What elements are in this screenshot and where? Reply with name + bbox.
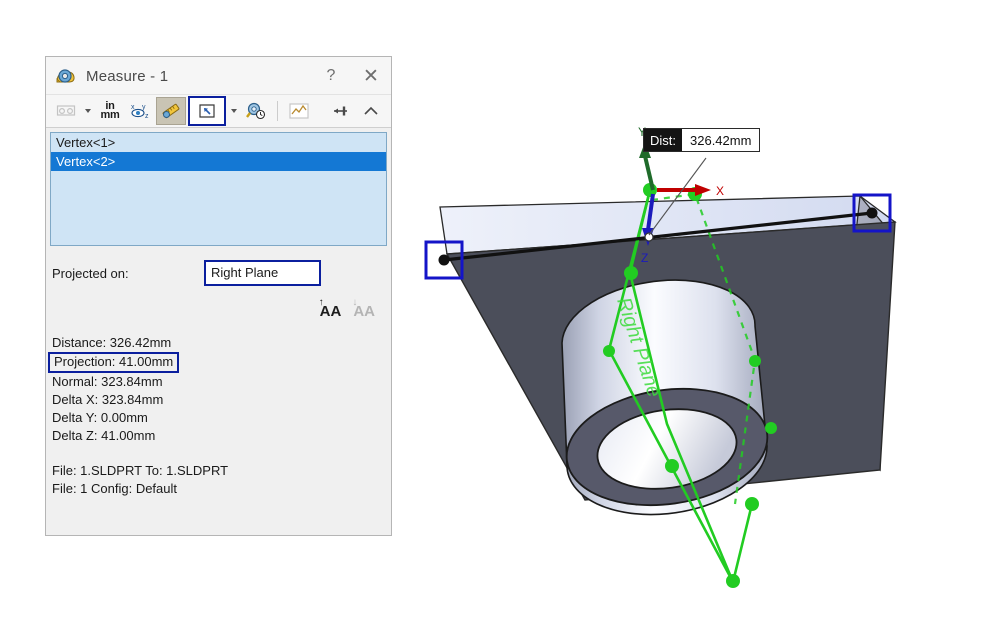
decrease-font-letter: A (364, 302, 375, 320)
cylinder-boss[interactable] (559, 279, 775, 517)
triad-label-x: X (716, 184, 724, 198)
result-delta-z: Delta Z: 41.00mm (52, 428, 156, 443)
distance-callout[interactable]: Dist: 326.42mm (643, 128, 761, 152)
increase-font-size-icon[interactable]: ↑ AA (319, 297, 342, 320)
projected-on-caret-icon[interactable] (231, 109, 237, 113)
list-item[interactable]: Vertex<2> (51, 152, 386, 171)
result-projection: Projection: 41.00mm (48, 352, 180, 373)
result-file-line-2: File: 1 Config: Default (52, 481, 178, 496)
projected-on-button[interactable] (188, 96, 226, 126)
xyz-display-button[interactable]: x y z (126, 98, 154, 124)
plane-handle-point[interactable] (603, 345, 615, 357)
plane-handle-point[interactable] (726, 574, 740, 588)
projected-on-label: Projected on: (52, 265, 129, 281)
font-size-controls[interactable]: ↑ AA ↓ AA (46, 290, 391, 324)
sensor-chart-button[interactable] (285, 98, 313, 124)
result-normal: Normal: 323.84mm (52, 374, 163, 389)
result-delta-x: Delta X: 323.84mm (52, 392, 164, 407)
units-line-mm: mm (100, 109, 120, 121)
plane-handle-point[interactable] (749, 355, 761, 367)
arc-condition-button[interactable] (52, 98, 80, 124)
measure-toolbar[interactable]: in mm x y z (46, 95, 391, 128)
model-graphics[interactable]: Right Plane X Y Z (395, 0, 1000, 625)
window-title: Measure - 1 (86, 67, 169, 85)
collapse-chevron-up-icon[interactable] (357, 98, 385, 124)
vertex-1-point[interactable] (438, 254, 450, 266)
toolbar-divider (277, 101, 278, 121)
measure-dialog[interactable]: Measure - 1 ? ✕ in mm x y z Vertex<1> Ve… (45, 56, 392, 536)
selection-list[interactable]: Vertex<1> Vertex<2> (50, 132, 387, 246)
measure-history-button[interactable] (242, 98, 270, 124)
results-gap (52, 445, 391, 462)
projected-on-row: Projected on: Right Plane (46, 246, 391, 290)
titlebar-divider (46, 94, 391, 95)
plane-handle-point[interactable] (745, 497, 759, 511)
projected-on-value[interactable]: Right Plane (204, 260, 321, 286)
distance-callout-value: 326.42mm (682, 129, 760, 151)
increase-font-arrow: ↑ (318, 296, 324, 308)
close-button[interactable]: ✕ (351, 57, 391, 95)
plane-handle-point[interactable] (765, 422, 777, 434)
svg-text:z: z (145, 113, 149, 120)
triad-arrow-x (695, 184, 711, 196)
decrease-font-size-icon[interactable]: ↓ AA (352, 297, 375, 320)
result-delta-y: Delta Y: 0.00mm (52, 410, 148, 425)
svg-text:y: y (142, 104, 146, 111)
measurement-results: Distance: 326.42mm Projection: 41.00mm N… (46, 324, 391, 535)
units-settings-button[interactable]: in mm (96, 98, 124, 124)
decrease-font-arrow: ↓ (352, 296, 358, 308)
measure-tape-icon (54, 64, 78, 88)
triad-label-z: Z (641, 251, 648, 265)
distance-callout-label: Dist: (644, 129, 682, 151)
title-bar[interactable]: Measure - 1 ? ✕ (46, 57, 391, 95)
units-icon: in mm (100, 101, 120, 121)
help-button[interactable]: ? (311, 57, 351, 95)
vertex-2-point[interactable] (866, 207, 878, 219)
result-file-line-1: File: 1.SLDPRT To: 1.SLDPRT (52, 463, 229, 478)
arc-condition-caret-icon[interactable] (85, 109, 91, 113)
show-xyz-measurements-button[interactable] (156, 97, 186, 125)
plane-handle-point[interactable] (624, 266, 638, 280)
increase-font-letter: A (330, 302, 342, 320)
result-distance: Distance: 326.42mm (52, 335, 172, 350)
list-item[interactable]: Vertex<1> (51, 133, 386, 152)
3d-viewport[interactable]: Right Plane X Y Z Dist: 326.42mm (395, 0, 1000, 625)
plane-handle-point[interactable] (665, 459, 679, 473)
pin-icon[interactable] (327, 98, 355, 124)
